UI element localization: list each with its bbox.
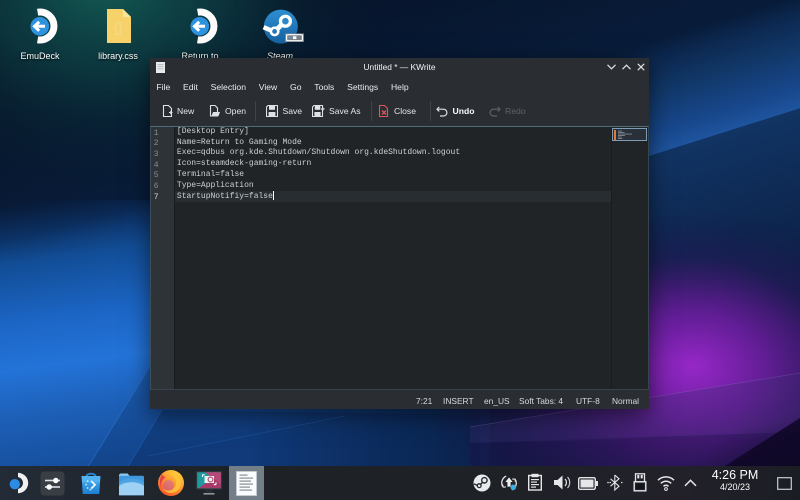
svg-text:{}: {} (113, 19, 123, 35)
